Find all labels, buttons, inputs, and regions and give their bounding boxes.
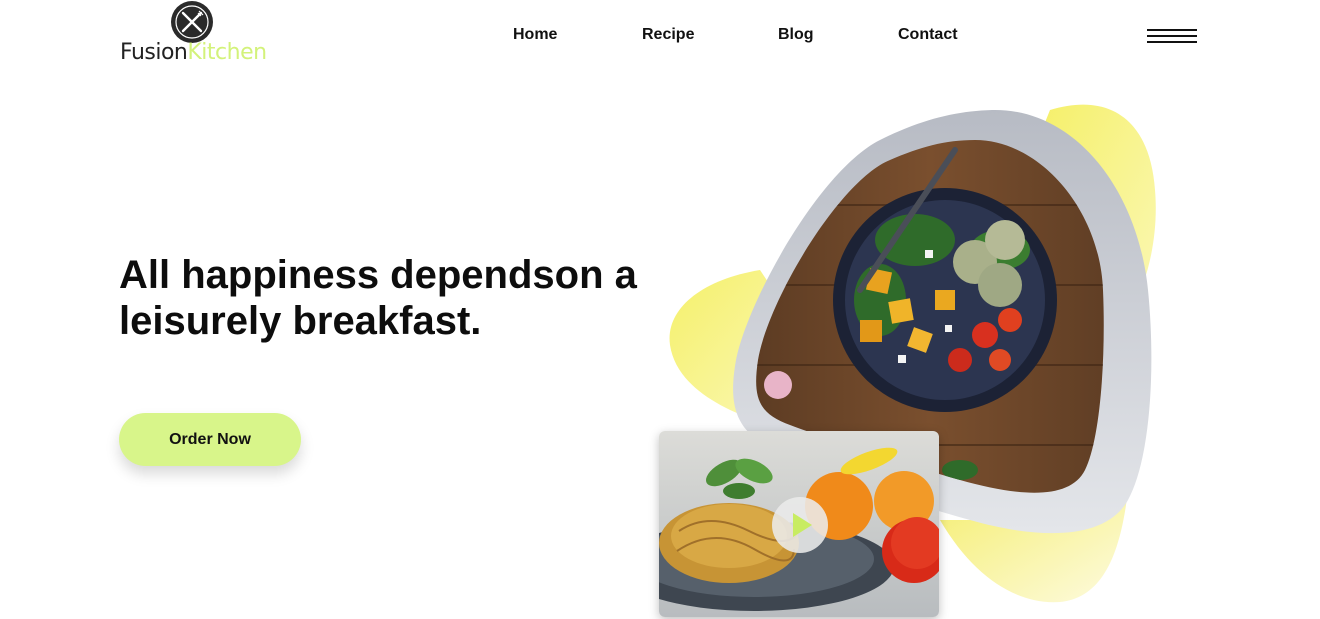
nav-blog-link[interactable]: Blog: [778, 26, 814, 44]
main-nav: Home Recipe Blog Contact: [0, 26, 1320, 46]
nav-home-link[interactable]: Home: [513, 26, 557, 44]
hero-title: All happiness dependson a leisurely brea…: [119, 253, 637, 343]
play-icon[interactable]: [772, 497, 828, 553]
menu-bar: [1147, 29, 1197, 31]
order-now-button[interactable]: Order Now: [119, 413, 301, 466]
menu-bar: [1147, 41, 1197, 43]
nav-contact-link[interactable]: Contact: [898, 26, 958, 44]
menu-bar: [1147, 35, 1197, 37]
landing-page: FusionKitchen Home Recipe Blog Contact A…: [0, 0, 1320, 619]
hamburger-menu-icon[interactable]: [1147, 27, 1199, 47]
play-triangle: [793, 513, 812, 537]
nav-recipe-link[interactable]: Recipe: [642, 26, 694, 44]
